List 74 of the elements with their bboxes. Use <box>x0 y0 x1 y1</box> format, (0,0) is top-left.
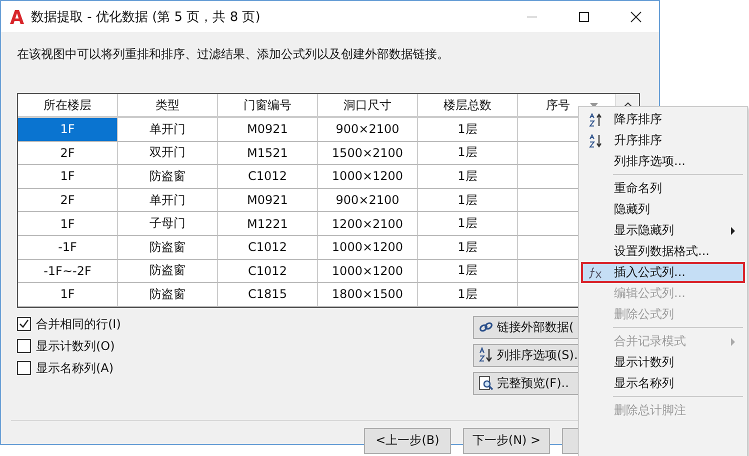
table-cell: 1层 <box>418 165 518 188</box>
table-cell: 1层 <box>418 283 518 306</box>
table-cell: 防盗窗 <box>118 165 218 188</box>
column-header[interactable]: 门窗编号 <box>218 94 318 116</box>
table-cell: -1F <box>18 236 118 259</box>
table-cell: M0921 <box>218 188 318 212</box>
table-cell: 1F <box>18 283 118 306</box>
table-cell: 2F <box>18 142 118 164</box>
close-icon[interactable] <box>630 10 642 22</box>
nav-button[interactable]: <上一步(B) <box>364 428 451 454</box>
checkbox[interactable] <box>17 317 31 332</box>
table-cell: 1500×2100 <box>318 142 418 164</box>
checkbox[interactable] <box>17 339 31 354</box>
table-cell: M0921 <box>218 118 318 141</box>
submenu-arrow-icon <box>731 338 735 346</box>
table-cell: 1000×1200 <box>318 165 418 188</box>
menu-item[interactable]: 降序排序 <box>581 109 745 130</box>
table-cell: 防盗窗 <box>118 236 218 259</box>
table-cell: 900×2100 <box>318 118 418 141</box>
table-cell: 1200×2100 <box>318 212 418 235</box>
table-cell: 1F <box>18 212 118 235</box>
checkbox-label: 合并相同的行(I) <box>36 316 121 333</box>
table-cell: 900×2100 <box>318 188 418 212</box>
table-cell: 防盗窗 <box>118 283 218 306</box>
table-cell: 1层 <box>418 188 518 212</box>
description-text: 在该视图中可以将列重排和排序、过滤结果、添加公式列以及创建外部数据链接。 <box>17 46 450 63</box>
table-cell: 子母门 <box>118 212 218 235</box>
table-cell: M1221 <box>218 212 318 235</box>
table-cell: M1521 <box>218 142 318 164</box>
table-cell: 1层 <box>418 260 518 282</box>
table-cell: 单开门 <box>118 118 218 141</box>
menu-item[interactable]: 隐藏列 <box>581 199 745 220</box>
menu-item[interactable]: 重命名列 <box>581 178 745 199</box>
table-cell: -1F~-2F <box>18 260 118 282</box>
function-fx-icon <box>588 266 604 278</box>
checkbox[interactable] <box>17 361 31 376</box>
nav-button[interactable]: 下一步(N) > <box>463 428 550 454</box>
column-header[interactable]: 类型 <box>118 94 218 116</box>
table-cell: 1层 <box>418 142 518 164</box>
table-cell: 1F <box>18 165 118 188</box>
table-cell: 1层 <box>418 212 518 235</box>
sort-descending-icon <box>589 112 603 126</box>
table-cell: C1012 <box>218 236 318 259</box>
menu-item[interactable]: 升序排序 <box>581 130 745 151</box>
magnifier-page-icon <box>478 375 494 392</box>
maximize-icon[interactable] <box>578 10 590 22</box>
table-cell: C1012 <box>218 260 318 282</box>
table-cell: C1815 <box>218 283 318 306</box>
column-header[interactable]: 楼层总数 <box>418 94 518 116</box>
table-cell: 1000×1200 <box>318 236 418 259</box>
menu-item[interactable]: 显示隐藏列 <box>581 220 745 241</box>
scroll-up-icon[interactable] <box>622 102 632 108</box>
sort-ascending-icon <box>589 134 603 148</box>
column-header[interactable]: 洞口尺寸 <box>318 94 418 116</box>
letter-a-logo-icon <box>9 8 25 24</box>
sort-az-icon <box>478 347 494 364</box>
checkbox-label: 显示计数列(O) <box>36 338 115 355</box>
menu-item[interactable]: 插入公式列... <box>581 262 745 283</box>
checkbox-label: 显示名称列(A) <box>36 360 114 377</box>
table-cell: 2F <box>18 188 118 212</box>
table-cell: 1层 <box>418 236 518 259</box>
submenu-arrow-icon <box>731 226 735 234</box>
table-cell: 防盗窗 <box>118 260 218 282</box>
table-cell: 双开门 <box>118 142 218 164</box>
table-cell: C1012 <box>218 165 318 188</box>
column-header[interactable]: 所在楼层 <box>18 94 118 116</box>
menu-item[interactable]: 设置列数据格式... <box>581 241 745 262</box>
table-cell: 单开门 <box>118 188 218 212</box>
table-cell: 1层 <box>418 118 518 141</box>
window-title: 数据提取 - 优化数据 (第 5 页，共 8 页) <box>31 8 260 26</box>
table-cell: 1000×1200 <box>318 260 418 282</box>
table-cell: 1800×1500 <box>318 283 418 306</box>
menu-item[interactable]: 列排序选项... <box>581 151 745 172</box>
table-cell: 1F <box>18 118 118 141</box>
